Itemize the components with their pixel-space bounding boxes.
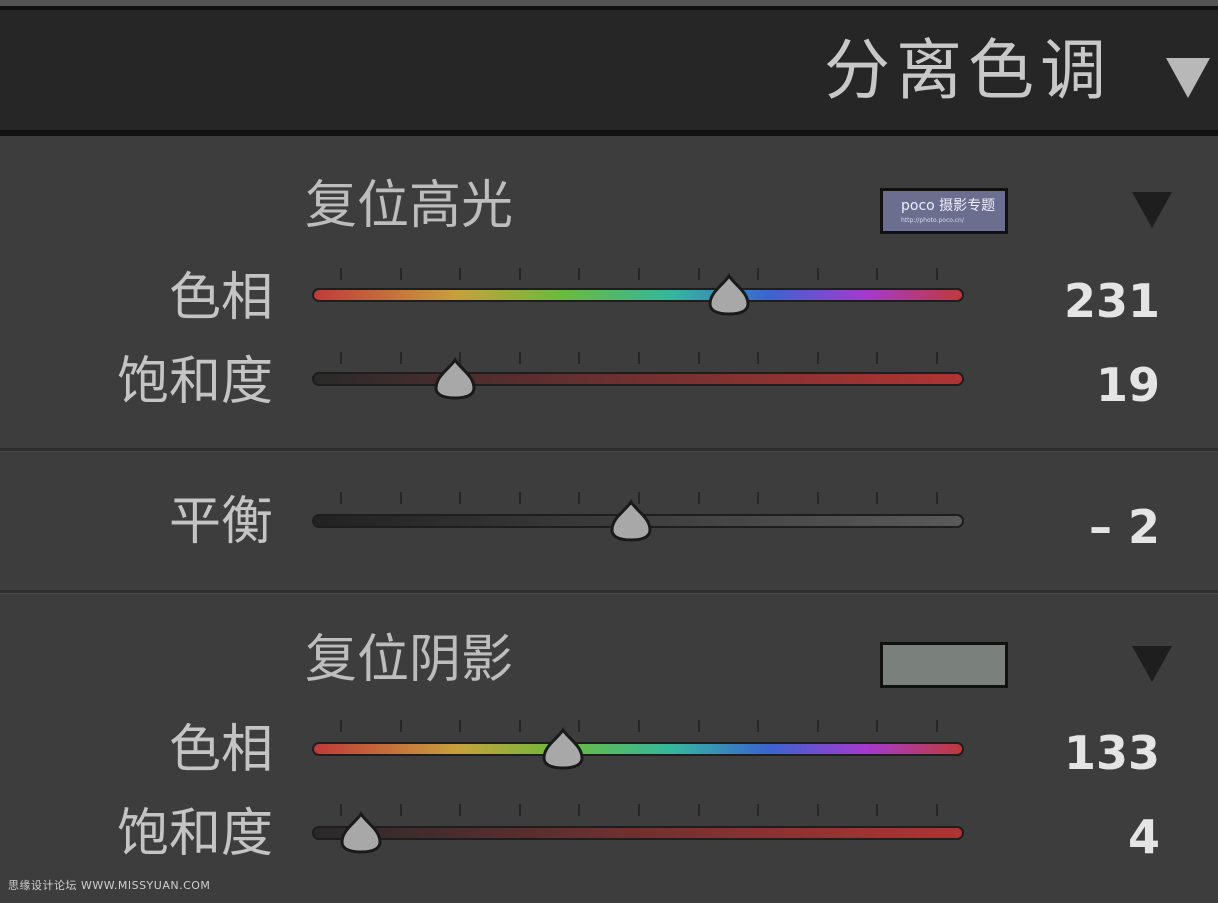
slider-tick xyxy=(757,352,760,364)
highlights-saturation-slider[interactable] xyxy=(312,372,964,386)
slider-tick xyxy=(340,720,342,732)
shadows-hue-label: 色相 xyxy=(168,720,273,780)
shadows-expand-triangle-icon[interactable] xyxy=(1132,646,1172,682)
poco-logo-text: poco 摄影专题 xyxy=(901,198,996,214)
slider-tick xyxy=(757,720,760,732)
slider-tick xyxy=(936,268,938,280)
slider-tick xyxy=(518,804,521,816)
balance-value[interactable]: – 2 xyxy=(1089,504,1160,550)
highlights-saturation-thumb[interactable] xyxy=(432,356,478,402)
highlights-hue-ticks xyxy=(312,268,964,280)
shadows-hue-slider[interactable] xyxy=(312,742,964,756)
slider-tick xyxy=(816,268,819,280)
slider-tick xyxy=(399,352,402,364)
slider-tick xyxy=(757,804,760,816)
shadows-section: 复位阴影 色相 133 饱和度 4 xyxy=(0,594,1218,903)
highlights-hue-slider[interactable] xyxy=(312,288,964,302)
slider-tick xyxy=(399,720,402,732)
slider-tick xyxy=(518,352,521,364)
reset-highlights-label[interactable]: 复位高光 xyxy=(305,180,513,232)
slider-tick xyxy=(697,720,700,732)
watermark: 思缘设计论坛 WWW.MISSYUAN.COM xyxy=(8,879,211,892)
slider-tick xyxy=(936,352,938,364)
balance-section: 平衡 – 2 xyxy=(0,452,1218,590)
split-toning-panel: 分离色调 复位高光 poco 摄影专题 http://photo.poco.cn… xyxy=(0,0,1218,903)
panel-header[interactable]: 分离色调 xyxy=(0,10,1218,136)
highlights-hue-thumb[interactable] xyxy=(706,272,752,318)
shadows-color-swatch[interactable] xyxy=(880,642,1008,688)
highlights-color-swatch[interactable]: poco 摄影专题 http://photo.poco.cn/ xyxy=(880,188,1008,234)
slider-tick xyxy=(876,268,879,280)
slider-tick xyxy=(936,720,938,732)
slider-tick xyxy=(399,804,402,816)
slider-tick xyxy=(578,492,581,504)
highlights-saturation-value[interactable]: 19 xyxy=(1096,362,1160,408)
slider-tick xyxy=(697,268,700,280)
shadows-saturation-value[interactable]: 4 xyxy=(1128,814,1160,860)
shadows-saturation-ticks xyxy=(312,804,964,816)
shadows-saturation-slider[interactable] xyxy=(312,826,964,840)
top-strip xyxy=(0,0,1218,10)
slider-tick xyxy=(697,352,700,364)
poco-logo-url: http://photo.poco.cn/ xyxy=(901,217,964,224)
balance-thumb[interactable] xyxy=(608,498,654,544)
slider-tick xyxy=(518,268,521,280)
slider-tick xyxy=(459,804,462,816)
slider-tick xyxy=(816,352,819,364)
slider-tick xyxy=(578,352,581,364)
slider-tick xyxy=(816,804,819,816)
highlights-saturation-label: 饱和度 xyxy=(116,352,273,412)
slider-tick xyxy=(757,492,760,504)
slider-tick xyxy=(518,492,521,504)
slider-tick xyxy=(459,268,462,280)
shadows-hue-ticks xyxy=(312,720,964,732)
slider-tick xyxy=(459,492,462,504)
slider-tick xyxy=(578,804,581,816)
slider-tick xyxy=(340,268,342,280)
highlights-hue-label: 色相 xyxy=(168,268,273,328)
highlights-hue-value[interactable]: 231 xyxy=(1064,278,1160,324)
highlights-expand-triangle-icon[interactable] xyxy=(1132,192,1172,228)
shadows-saturation-thumb[interactable] xyxy=(338,810,384,856)
collapse-triangle-icon[interactable] xyxy=(1166,58,1210,98)
slider-tick xyxy=(459,720,462,732)
slider-tick xyxy=(578,268,581,280)
slider-tick xyxy=(638,352,640,364)
slider-tick xyxy=(876,720,879,732)
slider-tick xyxy=(757,268,760,280)
slider-tick xyxy=(936,804,938,816)
slider-tick xyxy=(876,804,879,816)
slider-tick xyxy=(638,268,640,280)
highlights-saturation-ticks xyxy=(312,352,964,364)
balance-label: 平衡 xyxy=(168,492,273,552)
slider-tick xyxy=(340,352,342,364)
reset-shadows-label[interactable]: 复位阴影 xyxy=(305,634,513,686)
slider-tick xyxy=(638,720,640,732)
slider-tick xyxy=(518,720,521,732)
slider-tick xyxy=(638,804,640,816)
shadows-hue-value[interactable]: 133 xyxy=(1064,730,1160,776)
slider-tick xyxy=(697,804,700,816)
panel-title: 分离色调 xyxy=(824,32,1112,109)
slider-tick xyxy=(399,268,402,280)
highlights-section: 复位高光 poco 摄影专题 http://photo.poco.cn/ 色相 … xyxy=(0,142,1218,448)
slider-tick xyxy=(697,492,700,504)
shadows-hue-thumb[interactable] xyxy=(540,726,586,772)
slider-tick xyxy=(876,352,879,364)
shadows-saturation-label: 饱和度 xyxy=(116,804,273,864)
slider-tick xyxy=(816,720,819,732)
slider-tick xyxy=(340,492,342,504)
slider-tick xyxy=(816,492,819,504)
slider-tick xyxy=(399,492,402,504)
slider-tick xyxy=(876,492,879,504)
slider-tick xyxy=(936,492,938,504)
